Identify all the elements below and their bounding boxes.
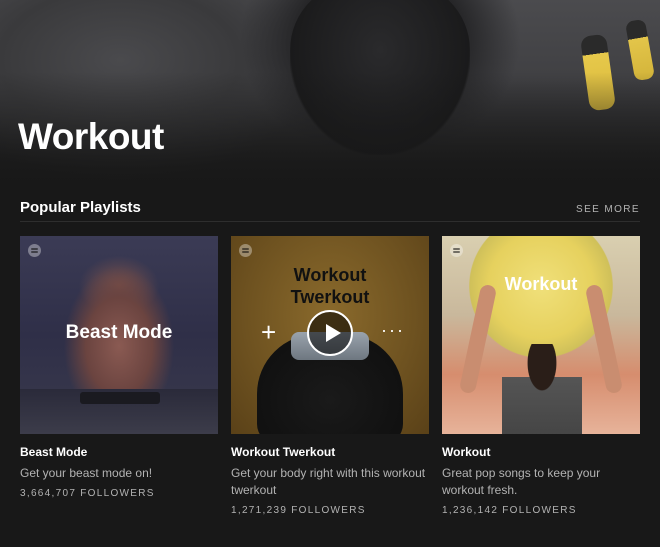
- cover-title: Beast Mode: [65, 322, 173, 343]
- cover-image-person: [502, 344, 582, 434]
- cover-image-bench: [80, 392, 160, 404]
- playlist-followers: 1,271,239 FOLLOWERS: [231, 505, 366, 516]
- cover-image-arm: [458, 283, 498, 395]
- add-icon[interactable]: +: [261, 319, 276, 345]
- playlist-title[interactable]: Beast Mode: [20, 445, 218, 459]
- hover-controls: + ···: [231, 308, 429, 358]
- cover-title: Workout Twerkout: [290, 265, 370, 307]
- playlist-cover[interactable]: Beast Mode: [20, 236, 218, 434]
- playlist-cover[interactable]: Workout Twerkout + ···: [231, 236, 429, 434]
- playlist-card-workout-twerkout[interactable]: Workout Twerkout + ··· Workout Twerkout …: [231, 236, 429, 516]
- playlist-cover[interactable]: Workout: [442, 236, 640, 434]
- page-title: Workout: [18, 116, 164, 157]
- section-title: Popular Playlists: [20, 199, 141, 216]
- playlist-title[interactable]: Workout: [442, 445, 640, 459]
- playlist-followers: 1,236,142 FOLLOWERS: [442, 505, 577, 516]
- playlist-description: Get your beast mode on!: [20, 466, 153, 480]
- play-button[interactable]: [307, 310, 353, 356]
- see-more-link[interactable]: SEE MORE: [576, 204, 640, 215]
- spotify-logo-icon: [28, 244, 41, 257]
- playlist-card-workout[interactable]: Workout Workout Great pop songs to keep …: [442, 236, 640, 516]
- playlist-followers: 3,664,707 FOLLOWERS: [20, 488, 155, 499]
- playlist-card-beast-mode[interactable]: Beast Mode Beast Mode Get your beast mod…: [20, 236, 218, 499]
- spotify-logo-icon: [239, 244, 252, 257]
- playlist-title[interactable]: Workout Twerkout: [231, 445, 429, 459]
- more-options-icon[interactable]: ···: [381, 320, 405, 340]
- section-divider: [20, 221, 640, 222]
- spotify-logo-icon: [450, 244, 463, 257]
- playlist-description: Get your body right with this workout tw…: [231, 466, 426, 497]
- playlist-description: Great pop songs to keep your workout fre…: [442, 466, 601, 497]
- cover-title: Workout: [504, 274, 578, 294]
- cover-image-arm: [584, 283, 624, 395]
